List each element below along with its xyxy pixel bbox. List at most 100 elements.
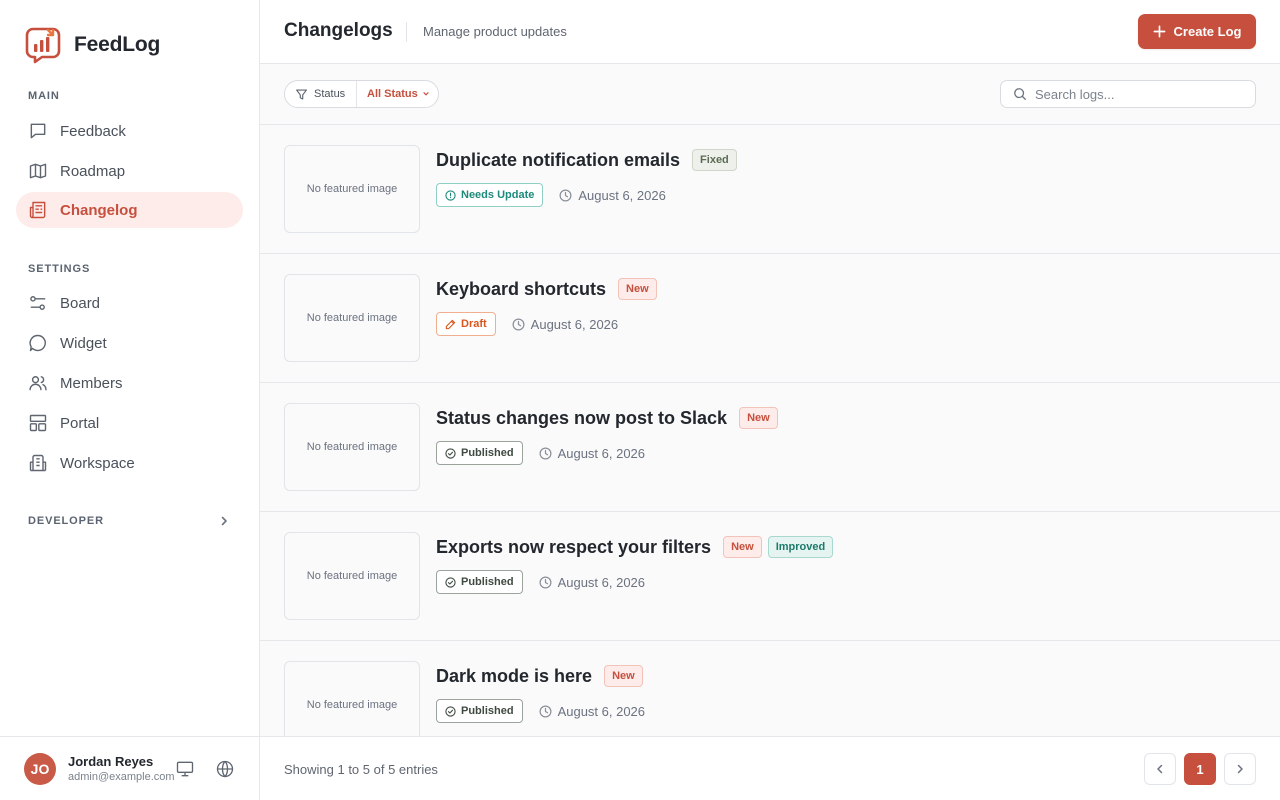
row-meta: Draft August 6, 2026: [436, 312, 618, 336]
next-page-button[interactable]: [1224, 753, 1256, 785]
pencil-icon: [445, 319, 456, 329]
prev-page-button[interactable]: [1144, 753, 1176, 785]
sidebar-item-portal[interactable]: Portal: [16, 405, 243, 441]
building-icon: [29, 454, 47, 472]
page-title: Changelogs: [284, 20, 393, 41]
sliders-icon: [30, 296, 46, 310]
changelog-row[interactable]: No featured image Status changes now pos…: [260, 383, 1280, 512]
sidebar-item-changelog[interactable]: Changelog: [16, 192, 243, 228]
users-icon: [29, 376, 47, 391]
avatar[interactable]: JO: [24, 753, 56, 785]
map-icon: [29, 163, 47, 179]
nav-section-developer[interactable]: DEVELOPER: [28, 515, 104, 527]
row-title-line: Keyboard shortcuts New: [436, 277, 657, 301]
clock-icon: [539, 705, 552, 717]
pagination-footer: Showing 1 to 5 of 5 entries 1: [260, 736, 1280, 800]
nav-section-main: MAIN: [28, 90, 60, 102]
check-circle-icon: [445, 576, 456, 588]
chevron-right-icon[interactable]: [218, 514, 230, 528]
row-title-line: Dark mode is here New: [436, 664, 643, 688]
date-text: August 6, 2026: [557, 703, 646, 719]
changelog-row[interactable]: No featured image Exports now respect yo…: [260, 512, 1280, 641]
monitor-icon[interactable]: [175, 759, 195, 779]
sidebar-item-members[interactable]: Members: [16, 365, 243, 401]
status-badge: Published: [436, 570, 523, 594]
sidebar-item-roadmap[interactable]: Roadmap: [16, 153, 243, 189]
changelog-title[interactable]: Dark mode is here: [436, 666, 592, 687]
tag-list: New: [604, 665, 643, 687]
status-badge: Needs Update: [436, 183, 544, 207]
status-label: Draft: [461, 318, 487, 330]
sidebar-item-label: Feedback: [60, 122, 126, 140]
sidebar-item-widget[interactable]: Widget: [16, 325, 243, 361]
tag-list: New Improved: [723, 536, 834, 558]
status-filter-label: Status: [285, 81, 357, 107]
featured-image-placeholder: No featured image: [284, 661, 420, 736]
changelog-title[interactable]: Keyboard shortcuts: [436, 279, 606, 300]
check-circle-icon: [445, 447, 456, 459]
info-circle-icon: [445, 189, 456, 201]
brand[interactable]: FeedLog: [24, 26, 160, 64]
create-log-button[interactable]: Create Log: [1138, 14, 1256, 49]
date-text: August 6, 2026: [578, 187, 666, 203]
row-meta: Published August 6, 2026: [436, 441, 645, 465]
status-filter-select[interactable]: All Status: [357, 88, 430, 100]
featured-image-placeholder: No featured image: [284, 274, 420, 362]
clock-icon: [512, 318, 525, 330]
status-badge: Published: [436, 699, 523, 723]
clock-icon: [559, 189, 572, 201]
sidebar-item-feedback[interactable]: Feedback: [16, 113, 243, 149]
changelog-list: No featured image Duplicate notification…: [260, 125, 1280, 736]
sidebar-item-label: Roadmap: [60, 162, 126, 180]
row-meta: Needs Update August 6, 2026: [436, 183, 666, 207]
message-square-icon: [30, 123, 46, 139]
row-date: August 6, 2026: [512, 317, 618, 332]
row-date: August 6, 2026: [539, 575, 645, 590]
changelog-row[interactable]: No featured image Duplicate notification…: [260, 125, 1280, 254]
search-icon: [1014, 88, 1026, 100]
globe-icon[interactable]: [215, 759, 235, 779]
status-filter[interactable]: Status All Status: [284, 80, 439, 108]
sidebar-item-label: Workspace: [60, 454, 135, 472]
filter-icon: [296, 88, 307, 100]
filter-value: All Status: [367, 88, 418, 100]
changelog-title[interactable]: Status changes now post to Slack: [436, 408, 727, 429]
newspaper-icon: [29, 201, 46, 219]
header: Changelogs Manage product updates Create…: [260, 0, 1280, 64]
sidebar-item-workspace[interactable]: Workspace: [16, 445, 243, 481]
search-box[interactable]: [1000, 80, 1256, 108]
date-text: August 6, 2026: [530, 316, 619, 332]
row-meta: Published August 6, 2026: [436, 699, 645, 723]
chevron-right-icon: [1237, 764, 1243, 774]
status-label: Needs Update: [461, 189, 535, 201]
nav-section-settings: SETTINGS: [28, 263, 91, 275]
tag-new: New: [723, 536, 762, 558]
changelog-title[interactable]: Duplicate notification emails: [436, 150, 680, 171]
tag-new: New: [604, 665, 643, 687]
date-text: August 6, 2026: [557, 445, 646, 461]
sidebar-item-label: Board: [60, 294, 101, 312]
search-input[interactable]: [1035, 86, 1235, 102]
tag-new: New: [739, 407, 778, 429]
row-date: August 6, 2026: [559, 187, 666, 203]
chevron-left-icon: [1157, 764, 1163, 774]
layout-icon: [29, 414, 47, 432]
user-name: Jordan Reyes: [68, 754, 154, 769]
row-date: August 6, 2026: [539, 446, 645, 461]
plus-icon: [1153, 25, 1165, 38]
tag-list: New: [739, 407, 778, 429]
changelog-title[interactable]: Exports now respect your filters: [436, 537, 711, 558]
tag-list: New: [618, 278, 657, 300]
date-text: August 6, 2026: [557, 574, 646, 590]
row-date: August 6, 2026: [539, 704, 645, 719]
page-button-current[interactable]: 1: [1184, 753, 1216, 785]
check-circle-icon: [445, 705, 456, 717]
filter-label-text: Status: [314, 88, 346, 100]
sidebar-item-board[interactable]: Board: [16, 285, 243, 321]
changelog-row[interactable]: No featured image Dark mode is here New …: [260, 641, 1280, 736]
changelog-row[interactable]: No featured image Keyboard shortcuts New…: [260, 254, 1280, 383]
row-title-line: Exports now respect your filters New Imp…: [436, 535, 834, 559]
status-label: Published: [461, 705, 514, 717]
toolbar: Status All Status: [260, 64, 1280, 125]
brand-name: FeedLog: [74, 33, 161, 56]
